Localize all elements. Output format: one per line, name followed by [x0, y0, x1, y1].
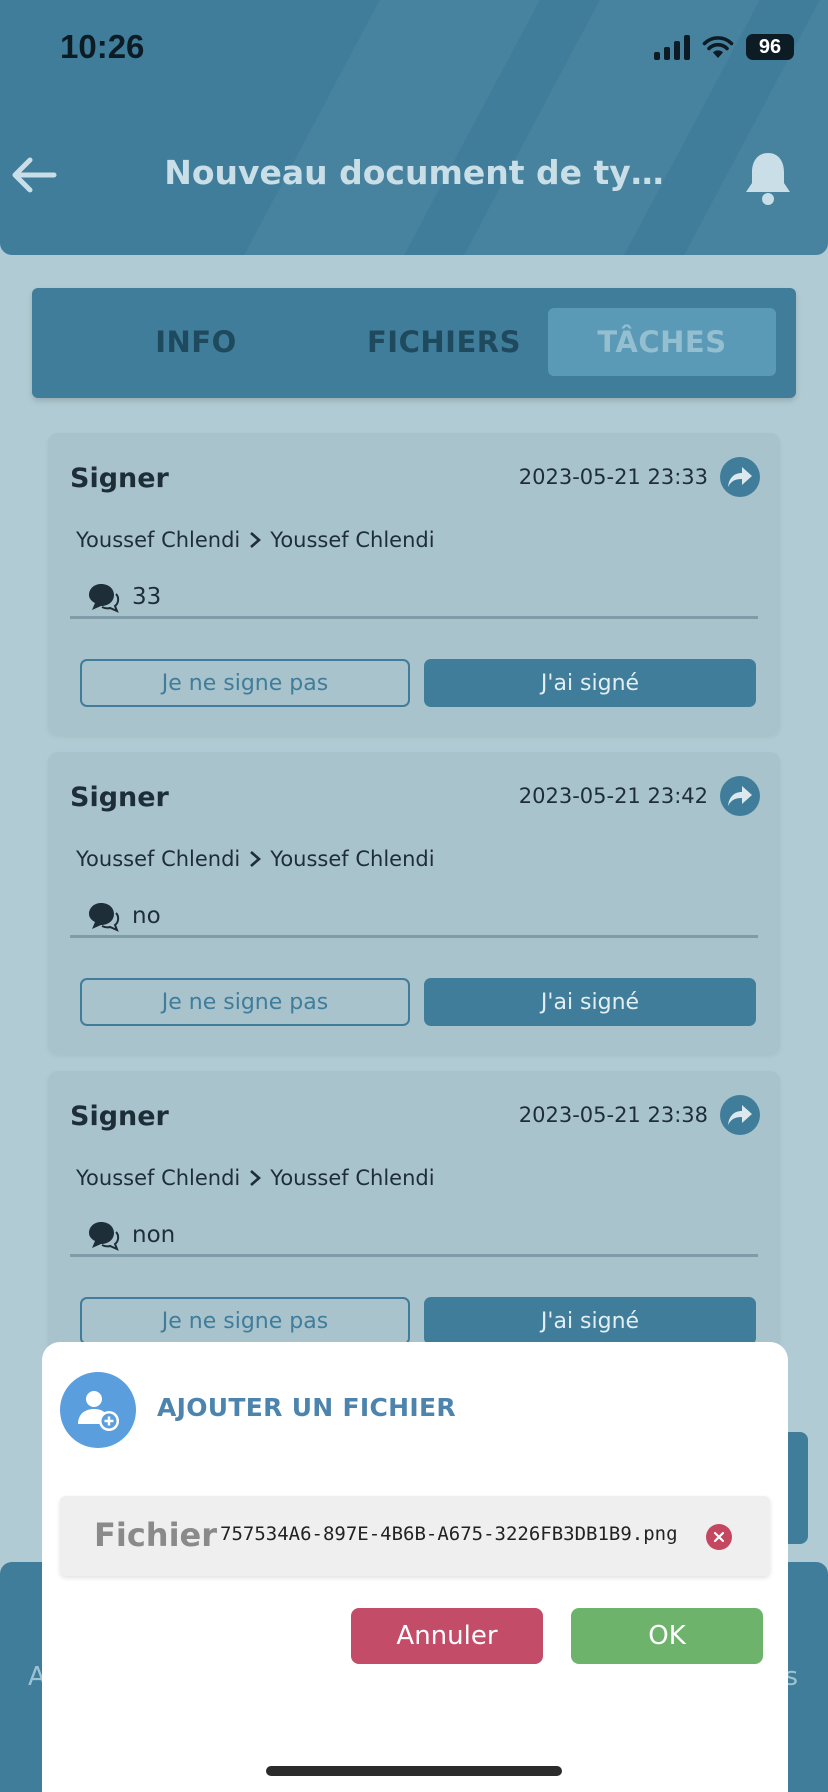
share-button[interactable]: [720, 776, 760, 816]
task-comment: non: [70, 1215, 758, 1257]
file-label: Fichier: [94, 1516, 218, 1554]
task-date: 2023-05-21 23:33: [518, 465, 708, 489]
remove-file-button[interactable]: [706, 1524, 732, 1550]
ok-button[interactable]: OK: [571, 1608, 763, 1664]
signal-icon: [654, 34, 690, 60]
add-file-modal: AJOUTER UN FICHIER Fichier 757534A6-897E…: [42, 1342, 788, 1792]
app-header: 10:26 96 Nouveau document de ty…: [0, 0, 828, 255]
task-to: Youssef Chlendi: [270, 847, 435, 871]
page-title: Nouveau document de ty…: [164, 153, 664, 192]
task-title: Signer: [70, 463, 169, 494]
close-icon: [713, 1531, 725, 1543]
chevron-right-icon: [250, 532, 262, 548]
tab-fichiers[interactable]: FICHIERS: [330, 308, 558, 376]
signed-button[interactable]: J'ai signé: [424, 659, 756, 707]
status-icons: 96: [654, 34, 794, 60]
task-date: 2023-05-21 23:42: [518, 784, 708, 808]
battery-indicator: 96: [746, 34, 794, 60]
tab-taches[interactable]: TÂCHES: [548, 308, 776, 376]
task-title: Signer: [70, 1101, 169, 1132]
task-card: Signer 2023-05-21 23:38 Youssef Chlendi …: [48, 1071, 780, 1373]
bell-icon: [746, 153, 790, 205]
share-button[interactable]: [720, 1095, 760, 1135]
comment-text: 33: [132, 583, 162, 610]
avatar: [60, 1372, 136, 1448]
task-to: Youssef Chlendi: [270, 1166, 435, 1190]
task-card: Signer 2023-05-21 23:42 Youssef Chlendi …: [48, 752, 780, 1054]
task-from: Youssef Chlendi: [76, 528, 241, 552]
signed-button[interactable]: J'ai signé: [424, 978, 756, 1026]
refuse-sign-button[interactable]: Je ne signe pas: [80, 1297, 410, 1345]
file-name: 757534A6-897E-4B6B-A675-3226FB3DB1B9.png: [220, 1523, 678, 1545]
status-time: 10:26: [60, 28, 145, 65]
file-field[interactable]: Fichier 757534A6-897E-4B6B-A675-3226FB3D…: [60, 1496, 770, 1576]
comment-text: no: [132, 902, 161, 929]
signed-button[interactable]: J'ai signé: [424, 1297, 756, 1345]
share-icon: [728, 467, 752, 487]
share-button[interactable]: [720, 457, 760, 497]
refuse-sign-button[interactable]: Je ne signe pas: [80, 659, 410, 707]
task-to: Youssef Chlendi: [270, 528, 435, 552]
comment-icon: [89, 583, 120, 613]
task-from: Youssef Chlendi: [76, 1166, 241, 1190]
task-from: Youssef Chlendi: [76, 847, 241, 871]
task-title: Signer: [70, 782, 169, 813]
arrow-left-icon: [12, 157, 57, 193]
task-date: 2023-05-21 23:38: [518, 1103, 708, 1127]
tab-bar: INFO FICHIERS TÂCHES: [32, 288, 796, 398]
notifications-button[interactable]: [738, 148, 798, 208]
task-comment: no: [70, 896, 758, 938]
cancel-button[interactable]: Annuler: [351, 1608, 543, 1664]
modal-title: AJOUTER UN FICHIER: [157, 1393, 456, 1422]
chevron-right-icon: [250, 851, 262, 867]
task-comment: 33: [70, 577, 758, 619]
task-route: Youssef Chlendi Youssef Chlendi: [76, 847, 435, 871]
home-indicator: [266, 1766, 562, 1776]
user-add-icon: [78, 1391, 119, 1431]
chevron-right-icon: [250, 1170, 262, 1186]
tab-info[interactable]: INFO: [82, 308, 310, 376]
task-card: Signer 2023-05-21 23:33 Youssef Chlendi …: [48, 433, 780, 735]
task-route: Youssef Chlendi Youssef Chlendi: [76, 528, 435, 552]
share-icon: [728, 1105, 752, 1125]
back-button[interactable]: [6, 150, 62, 200]
task-route: Youssef Chlendi Youssef Chlendi: [76, 1166, 435, 1190]
wifi-icon: [702, 36, 734, 58]
comment-icon: [89, 1221, 120, 1251]
refuse-sign-button[interactable]: Je ne signe pas: [80, 978, 410, 1026]
comment-text: non: [132, 1221, 176, 1248]
comment-icon: [89, 902, 120, 932]
share-icon: [728, 786, 752, 806]
